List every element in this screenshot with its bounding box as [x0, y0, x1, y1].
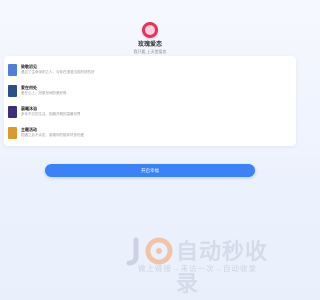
- watermark-logo-icon: [126, 237, 173, 266]
- section-thumbnail-icon: [8, 85, 17, 97]
- section-thumbnail-icon: [8, 106, 17, 118]
- feature-card: 致敬初见 遇见了生命深刻之人，与你在漫漫当前的好的好 爱在何处 爱在心上，纷繁世…: [4, 56, 296, 146]
- page-subtitle: 我只要,上天堂爱恋: [133, 49, 167, 54]
- section-thumbnail-icon: [8, 64, 17, 76]
- list-item[interactable]: 主题活动 相遇之后不淡定，谢谢你的陪伴好多的爱: [8, 127, 84, 141]
- page-title: 玫瑰爱恋: [137, 42, 162, 48]
- watermark-tagline: 做上链接→来访一次→自动收录: [138, 264, 257, 273]
- section-desc: 遇见了生命深刻之人，与你在漫漫当前的好的好: [21, 70, 95, 74]
- section-thumbnail-icon: [8, 127, 17, 139]
- list-item[interactable]: 爱在何处 爱在心上，纷繁世间的美好夜: [8, 85, 67, 99]
- start-button[interactable]: 开启幸福: [45, 164, 255, 177]
- watermark: 自动秒收录 做上链接→来访一次→自动收录: [118, 232, 288, 296]
- section-desc: 相遇之后不淡定，谢谢你的陪伴好多的爱: [21, 133, 84, 137]
- page-header: 玫瑰爱恋 我只要,上天堂爱恋: [0, 22, 300, 55]
- logo-rose-icon: [142, 22, 158, 38]
- list-item[interactable]: 晨曦沐浴 多年不忘的生活，相拥开朗的温暖世界: [8, 106, 81, 120]
- section-desc: 爱在心上，纷繁世间的美好夜: [21, 91, 67, 95]
- list-item[interactable]: 致敬初见 遇见了生命深刻之人，与你在漫漫当前的好的好: [8, 64, 95, 78]
- section-desc: 多年不忘的生活，相拥开朗的温暖世界: [21, 112, 81, 116]
